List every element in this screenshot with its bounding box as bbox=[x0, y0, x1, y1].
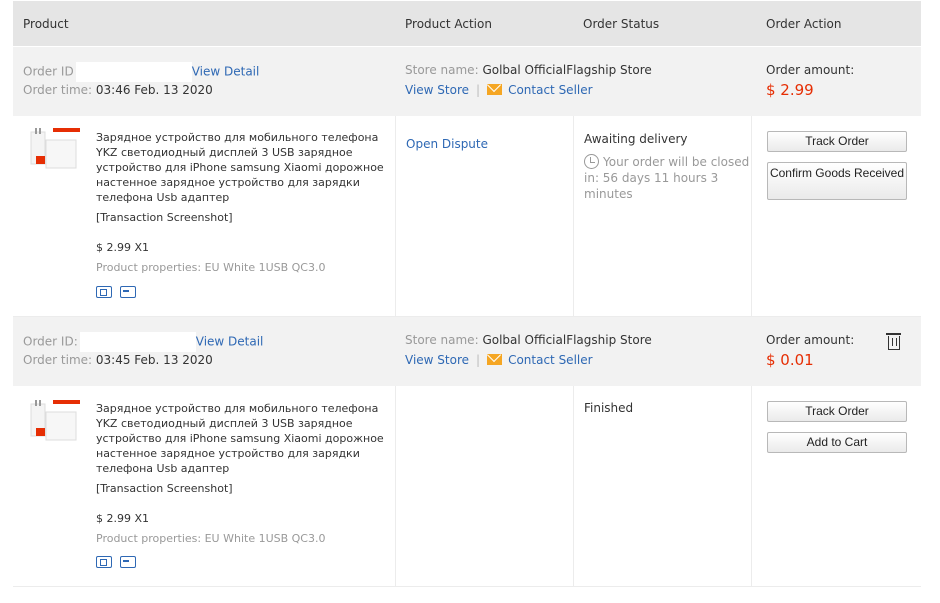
order-id-redacted bbox=[79, 332, 196, 352]
countdown-text: Your order will be closed in: 56 days 11… bbox=[584, 155, 750, 201]
order-id-label: Order ID bbox=[23, 64, 74, 79]
header-order-action: Order Action bbox=[766, 17, 842, 31]
view-store-link[interactable]: View Store bbox=[405, 353, 469, 367]
shipping-icon[interactable] bbox=[96, 286, 112, 298]
order-amount: $ 0.01 bbox=[766, 351, 814, 369]
order-summary-2: Order ID: View Detail Order time: 03:45 F… bbox=[13, 317, 921, 386]
payment-icon[interactable] bbox=[120, 556, 136, 568]
price-quantity: $ 2.99 X1 bbox=[96, 512, 150, 525]
product-title[interactable]: Зарядное устройство для мобильного телеф… bbox=[96, 130, 388, 205]
contact-seller-link[interactable]: Contact Seller bbox=[508, 353, 593, 367]
order-id-redacted bbox=[75, 62, 192, 82]
transaction-screenshot-link[interactable]: [Transaction Screenshot] bbox=[96, 482, 233, 495]
trash-icon[interactable] bbox=[886, 333, 901, 350]
product-properties: Product properties: EU White 1USB QC3.0 bbox=[96, 261, 326, 274]
confirm-goods-received-button[interactable]: Confirm Goods Received bbox=[767, 162, 907, 200]
column-divider bbox=[573, 116, 574, 316]
page-margin bbox=[931, 0, 940, 603]
order-status: Finished bbox=[584, 401, 634, 415]
contact-seller-link[interactable]: Contact Seller bbox=[508, 83, 593, 97]
header-product-action: Product Action bbox=[405, 17, 492, 31]
store-links: View Store | Contact Seller bbox=[405, 353, 593, 367]
order-id-row: Order ID: View Detail bbox=[23, 332, 263, 352]
store-name: Golbal OfficialFlagship Store bbox=[482, 63, 652, 77]
shipping-icon[interactable] bbox=[96, 556, 112, 568]
track-order-button[interactable]: Track Order bbox=[767, 131, 907, 152]
column-divider bbox=[395, 116, 396, 316]
header-order-status: Order Status bbox=[583, 17, 660, 31]
store-links: View Store | Contact Seller bbox=[405, 83, 593, 97]
order-amount-label: Order amount: bbox=[766, 63, 855, 77]
store-row: Store name: Golbal OfficialFlagship Stor… bbox=[405, 333, 652, 347]
order-items-1: Зарядное устройство для мобильного телеф… bbox=[13, 116, 921, 317]
order-time-row: Order time: 03:45 Feb. 13 2020 bbox=[23, 353, 213, 367]
header-product: Product bbox=[23, 17, 69, 31]
view-store-link[interactable]: View Store bbox=[405, 83, 469, 97]
view-detail-link[interactable]: View Detail bbox=[192, 65, 260, 79]
price-quantity: $ 2.99 X1 bbox=[96, 241, 150, 254]
order-id-label: Order ID: bbox=[23, 334, 78, 349]
product-title[interactable]: Зарядное устройство для мобильного телеф… bbox=[96, 401, 388, 476]
add-to-cart-button[interactable]: Add to Cart bbox=[767, 432, 907, 453]
orders-table-header: Product Product Action Order Status Orde… bbox=[13, 1, 921, 46]
order-id-row: Order ID View Detail bbox=[23, 62, 259, 82]
transaction-screenshot-link[interactable]: [Transaction Screenshot] bbox=[96, 211, 233, 224]
order-time-row: Order time: 03:46 Feb. 13 2020 bbox=[23, 83, 213, 97]
link-separator: | bbox=[476, 83, 481, 97]
column-divider bbox=[751, 386, 752, 586]
product-thumbnail[interactable] bbox=[28, 126, 84, 186]
order-summary-1: Order ID View Detail Order time: 03:46 Fe… bbox=[13, 47, 921, 116]
column-divider bbox=[395, 386, 396, 586]
order-items-2: Зарядное устройство для мобильного телеф… bbox=[13, 386, 921, 587]
product-thumbnail[interactable] bbox=[28, 398, 84, 458]
store-row: Store name: Golbal OfficialFlagship Stor… bbox=[405, 63, 652, 77]
link-separator: | bbox=[476, 353, 481, 367]
column-divider bbox=[573, 386, 574, 586]
mail-icon bbox=[487, 354, 503, 365]
product-properties: Product properties: EU White 1USB QC3.0 bbox=[96, 532, 326, 545]
orders-panel: Product Product Action Order Status Orde… bbox=[13, 0, 921, 603]
payment-icon[interactable] bbox=[120, 286, 136, 298]
open-dispute-link[interactable]: Open Dispute bbox=[406, 137, 488, 151]
order-time-label: Order time: bbox=[23, 83, 93, 97]
store-label: Store name: bbox=[405, 63, 479, 77]
column-divider bbox=[751, 116, 752, 316]
mail-icon bbox=[487, 84, 503, 95]
store-name: Golbal OfficialFlagship Store bbox=[482, 333, 652, 347]
track-order-button[interactable]: Track Order bbox=[767, 401, 907, 422]
order-amount: $ 2.99 bbox=[766, 81, 814, 99]
view-detail-link[interactable]: View Detail bbox=[196, 335, 264, 349]
order-time: 03:46 Feb. 13 2020 bbox=[95, 83, 213, 97]
store-label: Store name: bbox=[405, 333, 479, 347]
order-time: 03:45 Feb. 13 2020 bbox=[95, 353, 213, 367]
order-amount-label: Order amount: bbox=[766, 333, 855, 347]
clock-icon bbox=[584, 154, 599, 169]
countdown-row: Your order will be closed in: 56 days 11… bbox=[584, 154, 754, 202]
order-time-label: Order time: bbox=[23, 353, 93, 367]
order-status: Awaiting delivery bbox=[584, 132, 688, 146]
